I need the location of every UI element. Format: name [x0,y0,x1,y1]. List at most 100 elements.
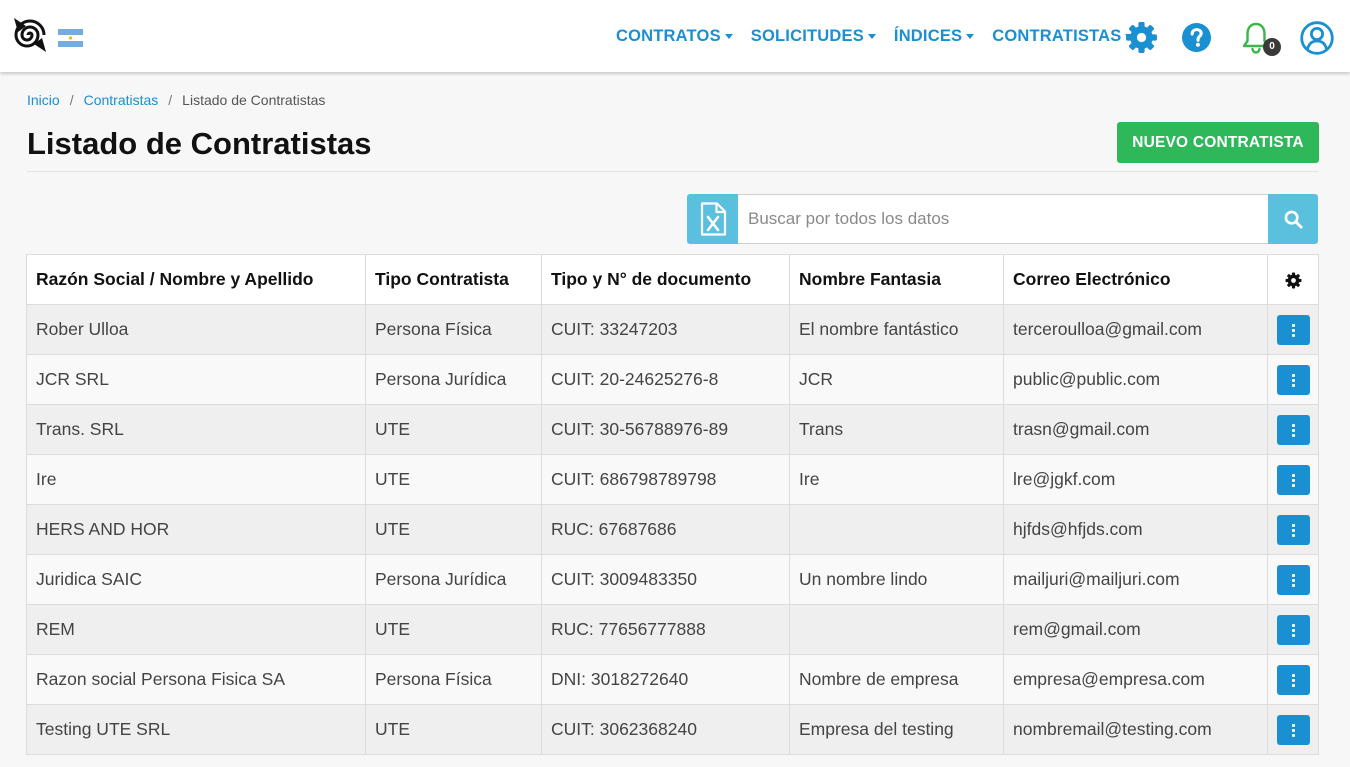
chevron-down-icon [966,34,975,39]
breadcrumb: Inicio / Contratistas / Listado de Contr… [27,92,325,108]
cell-actions [1267,504,1319,555]
cell-email: rem@gmail.com [1003,604,1268,655]
cell-type: UTE [365,404,542,455]
cell-email: empresa@empresa.com [1003,654,1268,705]
row-actions-button[interactable] [1276,464,1310,495]
cell-document: CUIT: 20-24625276-8 [541,354,790,405]
cell-actions [1267,404,1319,455]
cell-name: REM [26,604,366,655]
menu-contratos[interactable]: CONTRATOS [616,27,733,46]
cell-document: CUIT: 686798789798 [541,454,790,505]
table-row: Ire UTE CUIT: 686798789798 Ire lre@jgkf.… [26,454,1319,505]
breadcrumb-separator: / [69,92,74,108]
top-navbar: CONTRATOS SOLICITUDES ÍNDICES CONTRATIST… [0,0,1350,72]
cell-type: UTE [365,704,542,755]
cell-document: CUIT: 3062368240 [541,704,790,755]
cell-fantasy-name [789,504,1004,555]
table-row: REM UTE RUC: 77656777888 rem@gmail.com [26,604,1319,655]
search-bar [687,194,1318,244]
column-header-type[interactable]: Tipo Contratista [365,254,542,305]
cell-name: Razon social Persona Fisica SA [26,654,366,705]
cell-fantasy-name: Un nombre lindo [789,554,1004,605]
breadcrumb-contratistas-link[interactable]: Contratistas [84,92,159,108]
cell-actions [1267,354,1319,405]
cell-document: CUIT: 3009483350 [541,554,790,605]
page-title: Listado de Contratistas [27,126,372,161]
table-row: JCR SRL Persona Jurídica CUIT: 20-246252… [26,354,1319,405]
column-header-fantasy-name[interactable]: Nombre Fantasia [789,254,1004,305]
cell-document: CUIT: 33247203 [541,304,790,355]
contractors-table: Razón Social / Nombre y Apellido Tipo Co… [26,254,1319,755]
chevron-down-icon [867,34,876,39]
row-actions-button[interactable] [1276,414,1310,445]
table-row: Razon social Persona Fisica SA Persona F… [26,654,1319,705]
column-header-name[interactable]: Razón Social / Nombre y Apellido [26,254,366,305]
cell-actions [1267,304,1319,355]
question-circle-icon[interactable] [1182,23,1211,52]
row-actions-button[interactable] [1276,564,1310,595]
row-actions-button[interactable] [1276,364,1310,395]
cell-fantasy-name: El nombre fantástico [789,304,1004,355]
cell-type: UTE [365,504,542,555]
table-row: Trans. SRL UTE CUIT: 30-56788976-89 Tran… [26,404,1319,455]
row-actions-button[interactable] [1276,614,1310,645]
column-header-email[interactable]: Correo Electrónico [1003,254,1268,305]
excel-file-icon [700,202,726,236]
menu-indices[interactable]: ÍNDICES [893,27,975,46]
cell-document: DNI: 3018272640 [541,654,790,705]
cell-fantasy-name: Ire [789,454,1004,505]
table-row: HERS AND HOR UTE RUC: 67687686 hjfds@hfj… [26,504,1319,555]
cell-document: RUC: 77656777888 [541,604,790,655]
main-menu: CONTRATOS SOLICITUDES ÍNDICES CONTRATIST… [616,27,1151,46]
cell-fantasy-name: Trans [789,404,1004,455]
new-contractor-button[interactable]: NUEVO CONTRATISTA [1117,122,1319,163]
cell-type: Persona Física [365,304,542,355]
cell-email: mailjuri@mailjuri.com [1003,554,1268,605]
search-button[interactable] [1268,194,1318,244]
breadcrumb-separator: / [168,92,173,108]
cell-email: public@public.com [1003,354,1268,405]
menu-indices-label: ÍNDICES [893,27,963,45]
chevron-down-icon [724,34,733,39]
cell-email: nombremail@testing.com [1003,704,1268,755]
row-actions-button[interactable] [1276,314,1310,345]
search-icon [1284,210,1303,229]
cell-fantasy-name [789,604,1004,655]
row-actions-button[interactable] [1276,514,1310,545]
cell-email: hjfds@hfjds.com [1003,504,1268,555]
cell-actions [1267,704,1319,755]
cell-name: Rober Ulloa [26,304,366,355]
user-circle-icon[interactable] [1300,21,1334,55]
column-settings[interactable] [1267,254,1319,305]
breadcrumb-current: Listado de Contratistas [182,92,326,108]
cell-type: Persona Jurídica [365,554,542,605]
cell-name: Juridica SAIC [26,554,366,605]
cell-name: Ire [26,454,366,505]
table-row: Juridica SAIC Persona Jurídica CUIT: 300… [26,554,1319,605]
cell-actions [1267,654,1319,705]
table-row: Testing UTE SRL UTE CUIT: 3062368240 Emp… [26,704,1319,755]
row-actions-button[interactable] [1276,714,1310,745]
row-actions-button[interactable] [1276,664,1310,695]
menu-contratistas-label: CONTRATISTAS [992,27,1122,45]
cell-name: HERS AND HOR [26,504,366,555]
cell-type: UTE [365,604,542,655]
cell-type: Persona Física [365,654,542,705]
search-input[interactable] [738,194,1268,244]
breadcrumb-home-link[interactable]: Inicio [27,92,60,108]
export-excel-button[interactable] [687,194,738,244]
menu-contratistas[interactable]: CONTRATISTAS [992,27,1134,46]
cell-fantasy-name: Empresa del testing [789,704,1004,755]
gear-icon[interactable] [1125,21,1158,54]
menu-solicitudes-label: SOLICITUDES [750,27,864,45]
column-header-document[interactable]: Tipo y N° de documento [541,254,790,305]
cell-actions [1267,554,1319,605]
argentina-flag-icon [58,29,83,47]
cell-name: Trans. SRL [26,404,366,455]
table-header-row: Razón Social / Nombre y Apellido Tipo Co… [26,254,1319,305]
menu-solicitudes[interactable]: SOLICITUDES [751,27,876,46]
cell-fantasy-name: Nombre de empresa [789,654,1004,705]
cell-email: trasn@gmail.com [1003,404,1268,455]
spiral-logo-icon[interactable] [12,16,48,54]
gear-icon [1285,272,1301,289]
